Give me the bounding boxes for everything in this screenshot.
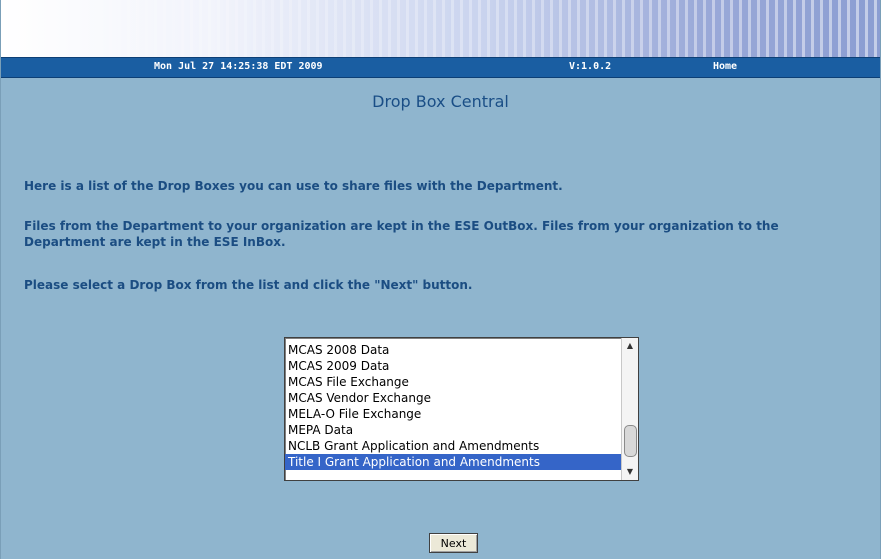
- datetime-display: Mon Jul 27 14:25:38 EDT 2009: [154, 61, 323, 72]
- page-frame: Mon Jul 27 14:25:38 EDT 2009 V:1.0.2 Hom…: [0, 0, 881, 559]
- page-title: Drop Box Central: [372, 92, 509, 111]
- dropbox-option[interactable]: MEPA Data: [285, 422, 621, 438]
- dropbox-option[interactable]: MELA-O File Exchange: [285, 406, 621, 422]
- dropbox-option[interactable]: MCAS File Exchange: [285, 374, 621, 390]
- dropbox-option[interactable]: NCLB Grant Application and Amendments: [285, 438, 621, 454]
- arrow-down-icon[interactable]: ▼: [622, 465, 638, 479]
- arrow-up-icon[interactable]: ▲: [622, 339, 638, 353]
- dropbox-option[interactable]: MCAS 2008 Data: [285, 342, 621, 358]
- header-banner: [1, 0, 880, 57]
- scrollbar-thumb[interactable]: [624, 425, 637, 457]
- listbox-scrollbar[interactable]: ▲ ▼: [621, 338, 638, 480]
- dropbox-option[interactable]: MCAS 2009 Data: [285, 358, 621, 374]
- version-label: V:1.0.2: [569, 61, 612, 72]
- home-link[interactable]: Home: [713, 61, 737, 72]
- dropbox-options: MCAS 2008 Data MCAS 2009 Data MCAS File …: [285, 338, 621, 470]
- status-bar: Mon Jul 27 14:25:38 EDT 2009 V:1.0.2 Hom…: [1, 57, 880, 78]
- dropbox-option[interactable]: MCAS Vendor Exchange: [285, 390, 621, 406]
- inbox-outbox-text: Files from the Department to your organi…: [24, 219, 779, 249]
- dropbox-option-selected[interactable]: Title I Grant Application and Amendments: [285, 454, 621, 470]
- banner-stripes: [1, 0, 880, 57]
- intro-text: Here is a list of the Drop Boxes you can…: [24, 179, 563, 193]
- instruction-text: Please select a Drop Box from the list a…: [24, 278, 473, 292]
- next-button[interactable]: Next: [429, 533, 478, 553]
- dropbox-listbox[interactable]: MCAS 2008 Data MCAS 2009 Data MCAS File …: [284, 337, 639, 481]
